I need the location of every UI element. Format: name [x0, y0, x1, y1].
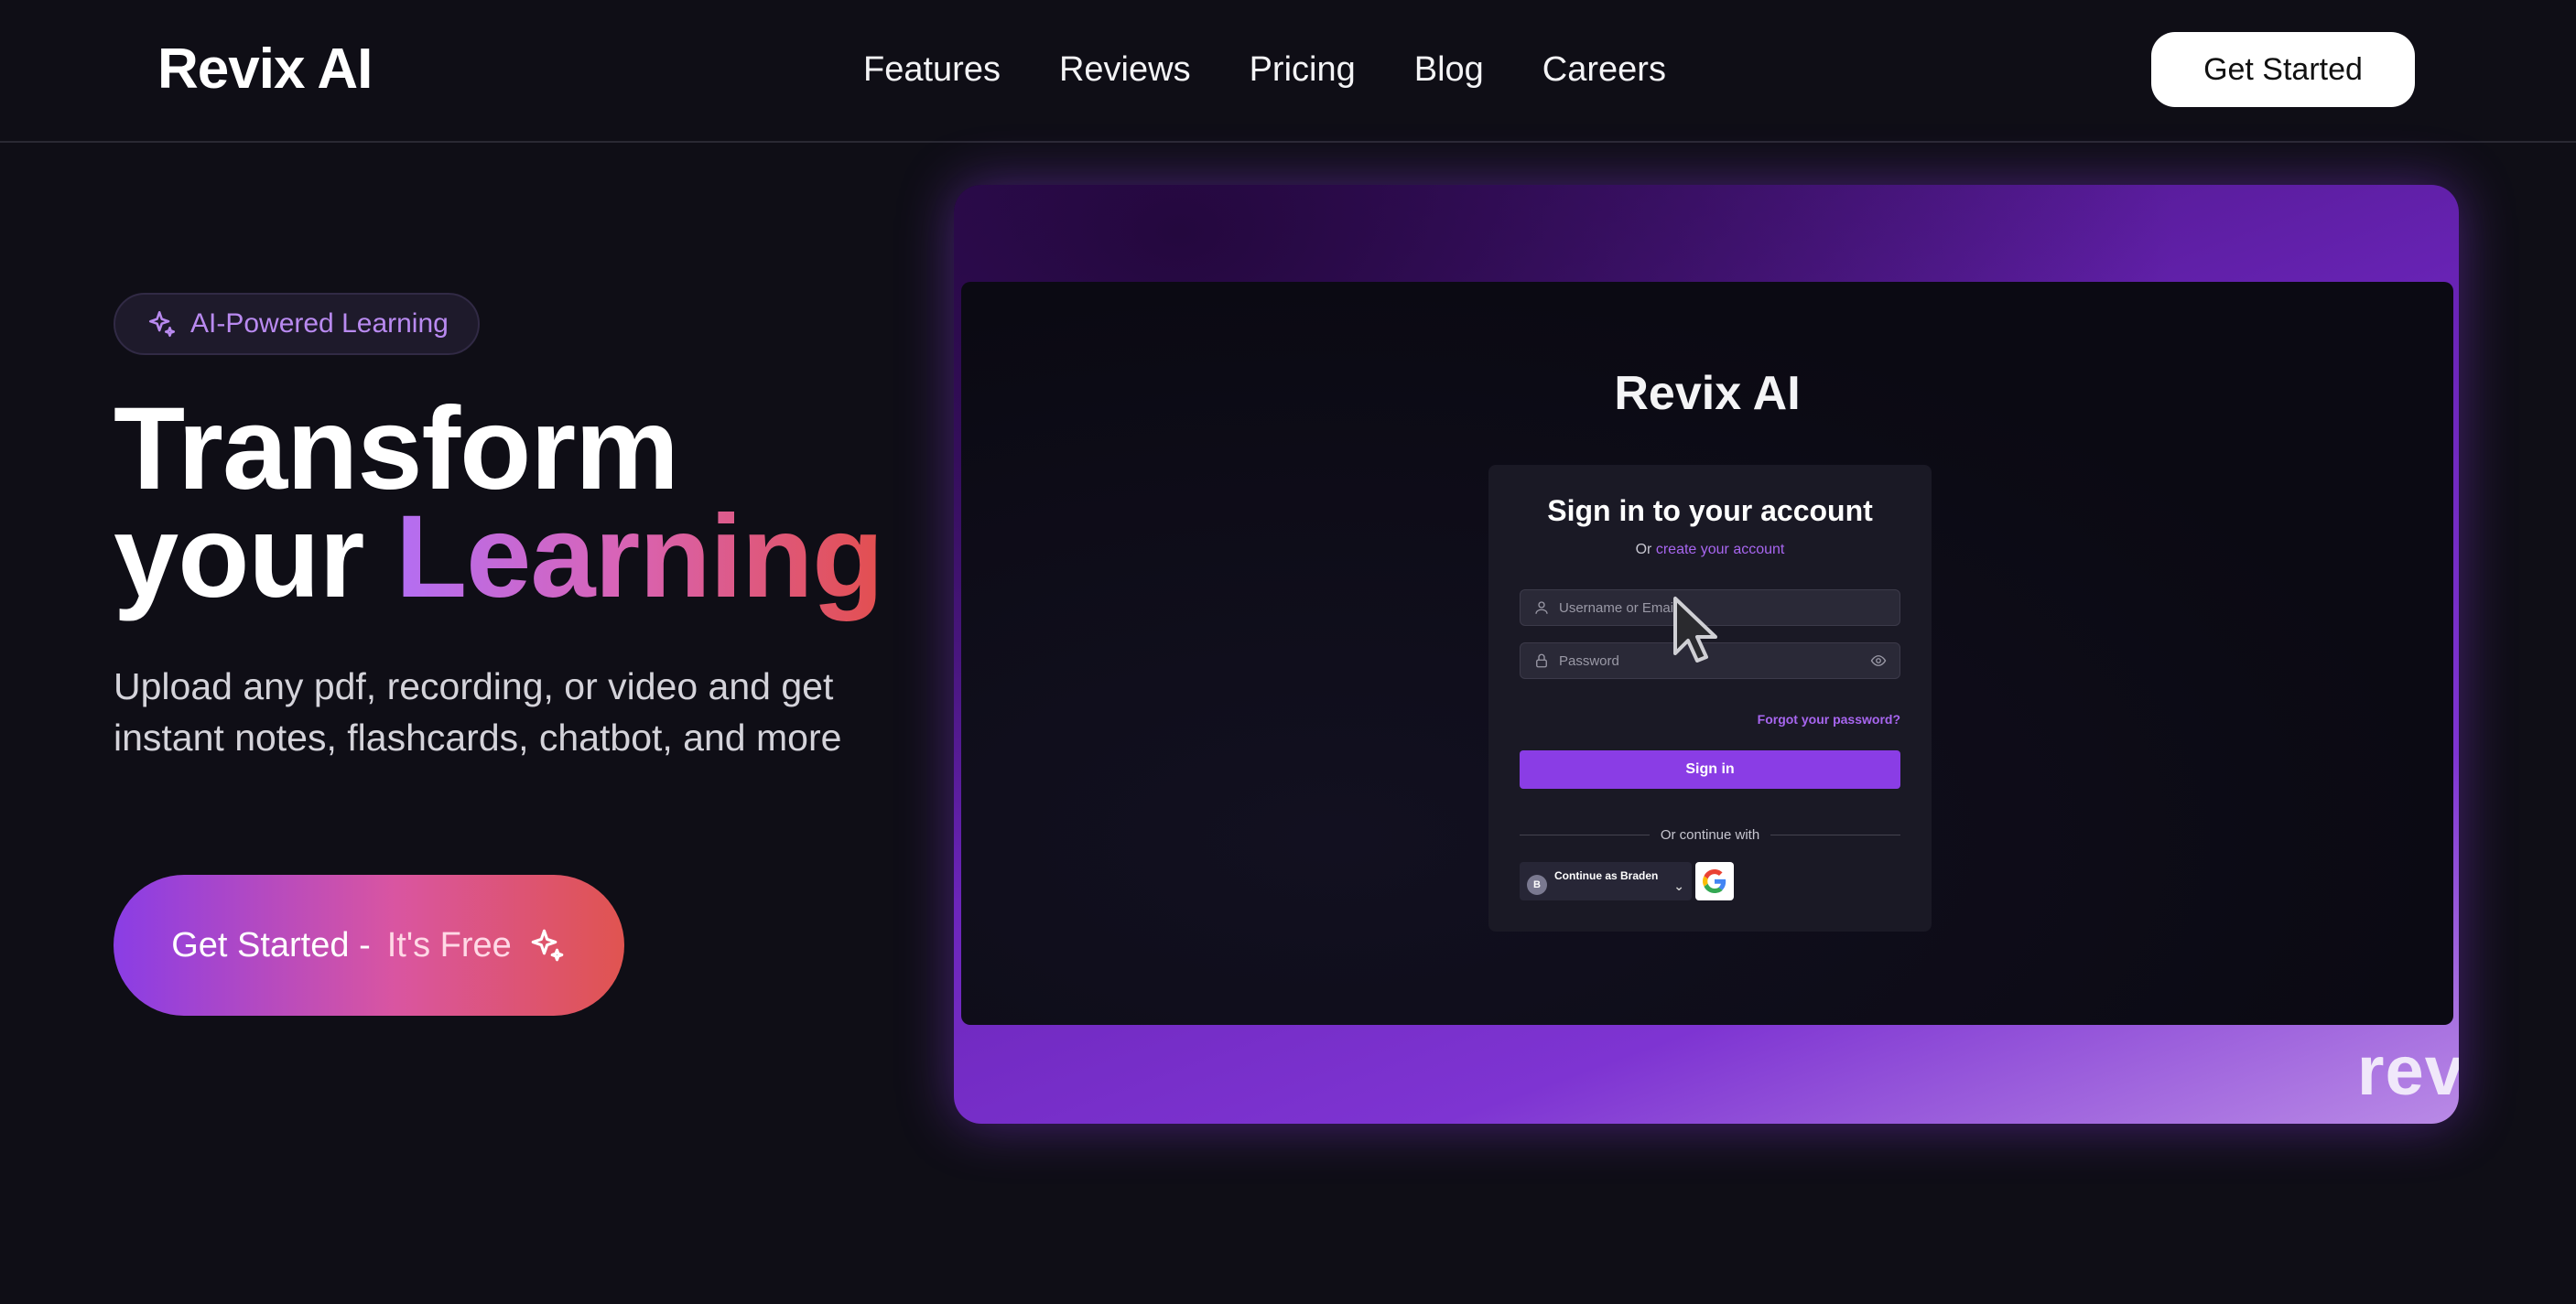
nav-link-pricing[interactable]: Pricing — [1250, 44, 1356, 95]
subtitle-prefix: Or — [1635, 542, 1652, 557]
top-nav: Revix AI Features Reviews Pricing Blog C… — [0, 0, 2576, 143]
cta-label: Get Started - — [171, 925, 371, 965]
sparkle-icon — [531, 929, 564, 962]
nav-link-blog[interactable]: Blog — [1414, 44, 1484, 95]
preview-app-title: Revix AI — [1614, 367, 1801, 420]
user-icon — [1535, 601, 1548, 614]
nav-link-careers[interactable]: Careers — [1542, 44, 1666, 95]
cta-free-label: It's Free — [386, 925, 512, 965]
continue-divider: Or continue with — [1520, 825, 1900, 844]
google-icon[interactable] — [1695, 862, 1734, 900]
hero-headline: Transform your Learning — [114, 391, 883, 616]
hero-subhead: Upload any pdf, recording, or video and … — [114, 665, 842, 759]
nav-link-reviews[interactable]: Reviews — [1059, 44, 1191, 95]
lock-icon — [1536, 653, 1547, 668]
google-signin-row: B Continue as Braden ⌄ — [1520, 862, 1734, 900]
google-account-label: Continue as Braden — [1554, 869, 1659, 882]
avatar: B — [1527, 875, 1547, 895]
nav-link-features[interactable]: Features — [863, 44, 1001, 95]
nav-links: Features Reviews Pricing Blog Careers — [863, 44, 1666, 95]
chevron-down-icon: ⌄ — [1673, 878, 1684, 893]
sparkle-icon — [148, 310, 176, 338]
ai-badge: AI-Powered Learning — [114, 293, 480, 355]
login-card: Sign in to your account Or create your a… — [1488, 465, 1932, 932]
forgot-password-link[interactable]: Forgot your password? — [1758, 712, 1900, 727]
username-placeholder: Username or Email — [1559, 599, 1677, 616]
logo[interactable]: Revix AI — [157, 35, 373, 104]
get-started-free-button[interactable]: Get Started - It's Free — [114, 875, 624, 1016]
headline-highlight: Learning — [395, 491, 883, 622]
eye-icon[interactable] — [1870, 652, 1887, 669]
password-placeholder: Password — [1559, 652, 1619, 669]
mouse-cursor-icon — [1673, 597, 1717, 663]
login-card-subtitle: Or create your account — [1488, 542, 1932, 558]
get-started-button[interactable]: Get Started — [2151, 32, 2415, 107]
google-account-button[interactable]: B Continue as Braden ⌄ — [1520, 862, 1692, 900]
headline-your: your — [114, 491, 364, 622]
login-card-title: Sign in to your account — [1547, 494, 1873, 527]
badge-label: AI-Powered Learning — [190, 308, 449, 339]
create-account-link[interactable]: create your account — [1656, 542, 1785, 557]
frame-wordmark: rev — [2356, 1032, 2459, 1110]
sign-in-button[interactable]: Sign in — [1520, 750, 1900, 789]
